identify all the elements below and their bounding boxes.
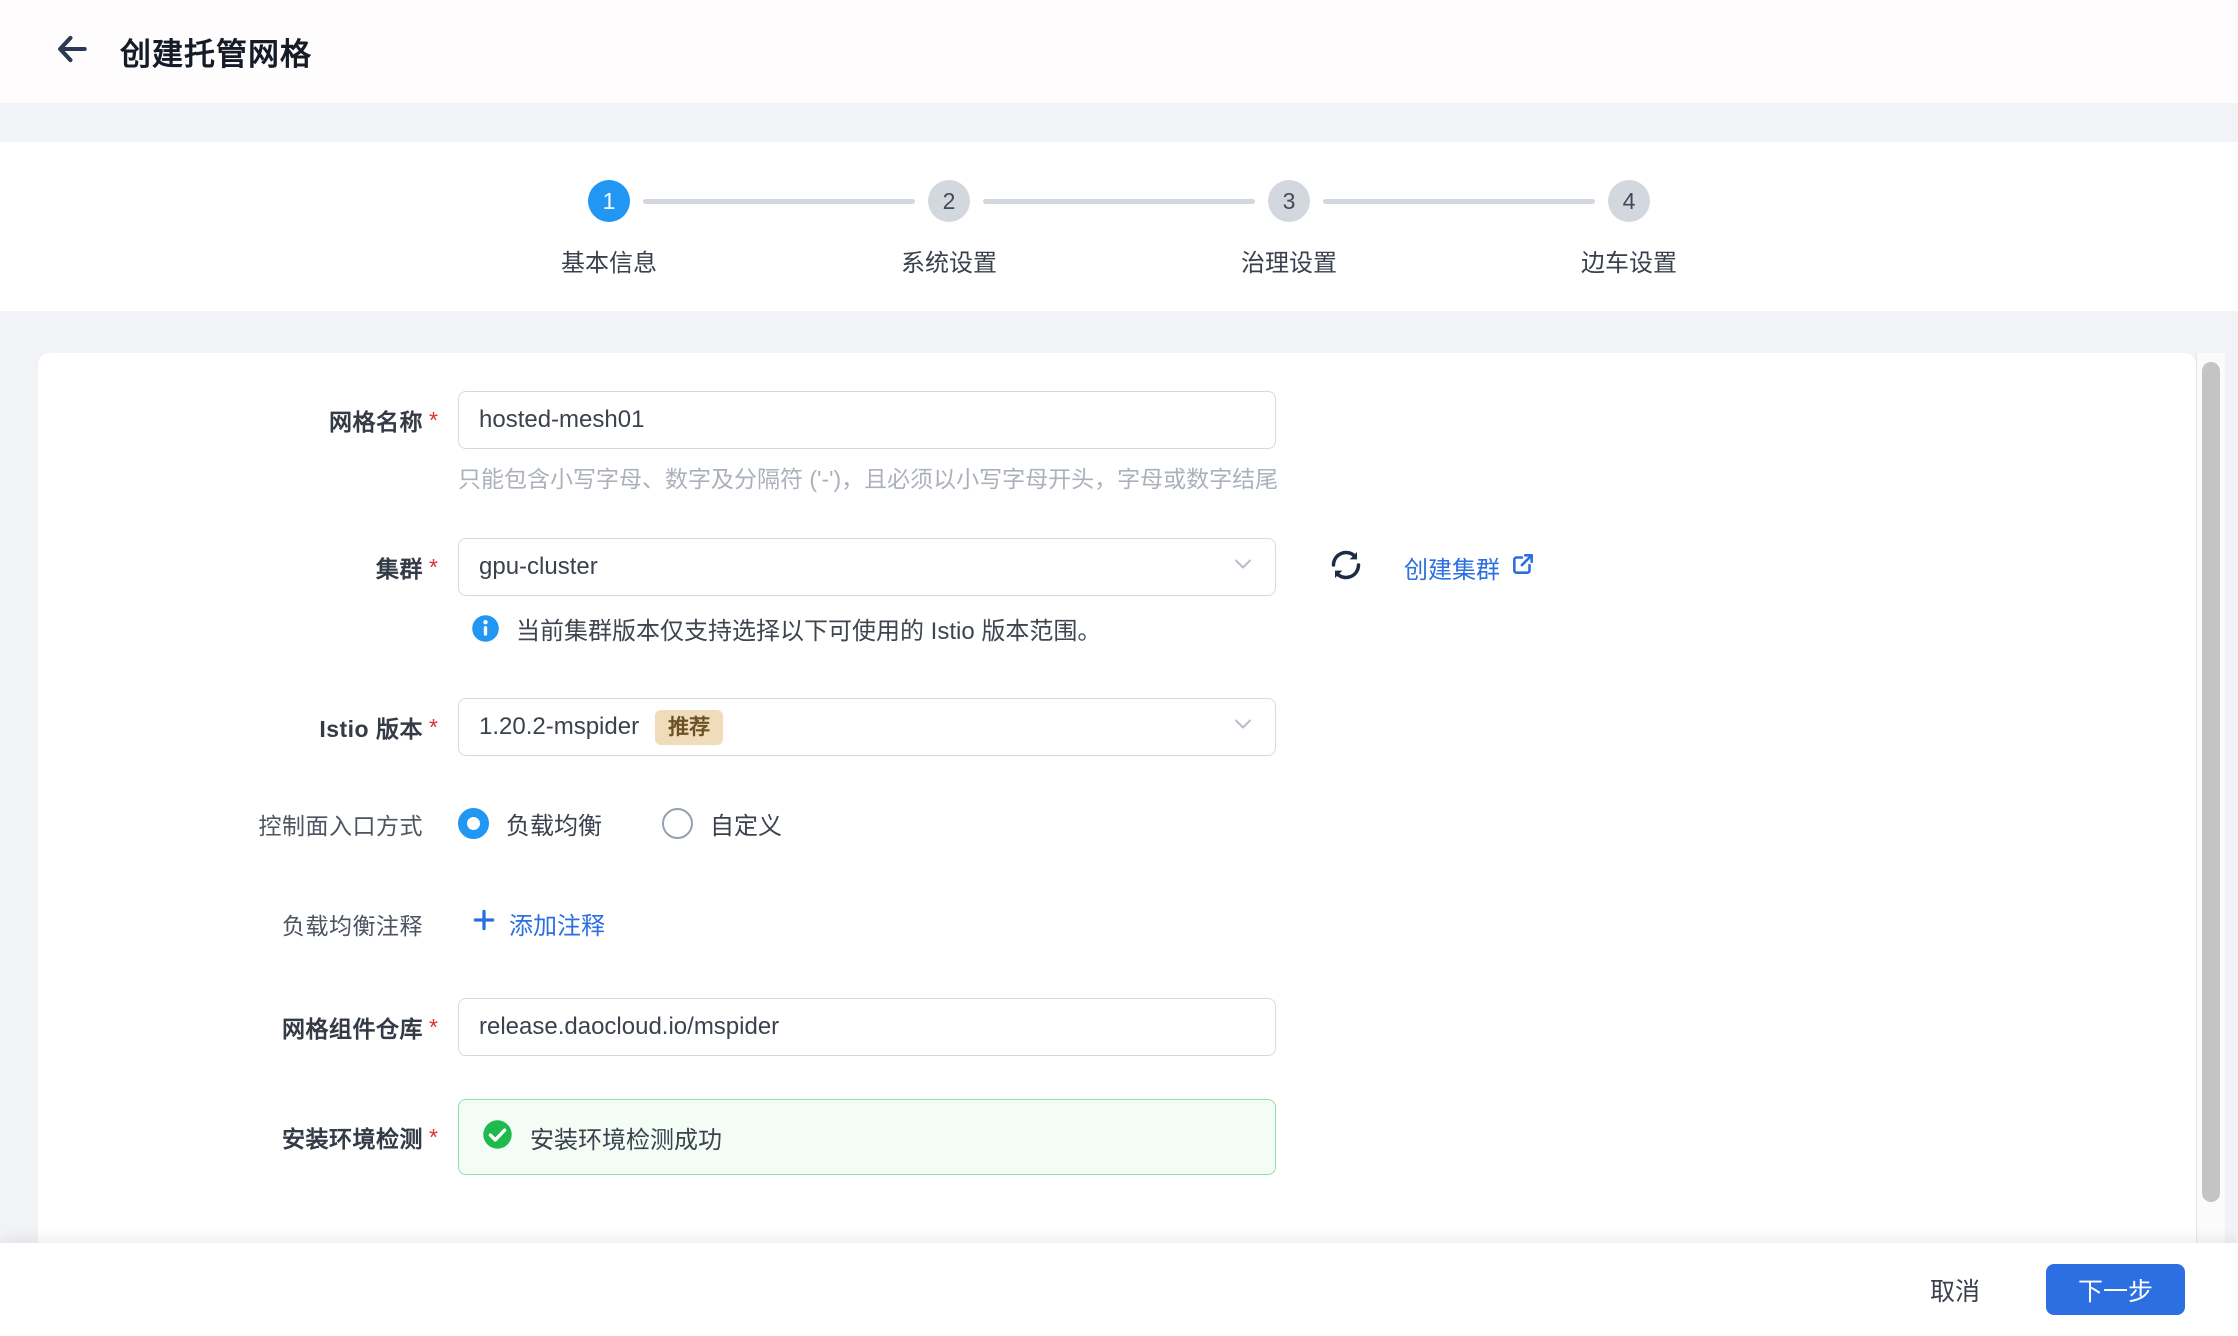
refresh-cluster-button[interactable] — [1324, 545, 1368, 589]
plus-icon — [471, 907, 497, 940]
cluster-select[interactable]: gpu-cluster — [458, 538, 1276, 596]
required-mark: * — [429, 406, 438, 433]
env-check-success-text: 安装环境检测成功 — [530, 1126, 722, 1154]
add-annotation-link-text: 添加注释 — [509, 913, 605, 940]
scrollbar-track[interactable] — [2196, 353, 2225, 1243]
step-number: 1 — [588, 180, 630, 222]
entry-mode-row: 控制面入口方式 负载均衡 自定义 — [38, 806, 782, 841]
page-title: 创建托管网格 — [120, 37, 312, 72]
check-circle-icon — [482, 1119, 513, 1155]
radio-custom[interactable]: 自定义 — [662, 806, 782, 841]
step-number: 2 — [928, 180, 970, 222]
stepper: 1 基本信息 2 系统设置 3 治理设置 4 边车设置 — [0, 142, 2238, 278]
step-sidecar-settings[interactable]: 4 边车设置 — [1459, 180, 1799, 278]
cancel-button[interactable]: 取消 — [1920, 1264, 1990, 1316]
required-mark: * — [429, 553, 438, 580]
scrollbar-thumb[interactable] — [2202, 362, 2220, 1202]
mesh-name-hint-row: 只能包含小写字母、数字及分隔符 ('-')，且必须以小写字母开头，字母或数字结尾 — [38, 460, 1278, 494]
step-label: 基本信息 — [561, 250, 657, 277]
env-check-row: 安装环境检测 * 安装环境检测成功 — [38, 1099, 1276, 1175]
istio-version-select[interactable]: 1.20.2-mspider 推荐 — [458, 698, 1276, 756]
env-check-label: 安装环境检测 — [282, 1126, 423, 1152]
istio-version-label: Istio 版本 — [319, 716, 423, 742]
env-check-success-box: 安装环境检测成功 — [458, 1099, 1276, 1175]
required-mark: * — [429, 1123, 438, 1150]
component-repo-label: 网格组件仓库 — [282, 1016, 423, 1042]
lb-annotations-label: 负载均衡注释 — [282, 912, 423, 939]
recommended-badge: 推荐 — [655, 709, 724, 745]
mesh-name-label: 网格名称 — [329, 409, 423, 435]
info-icon — [471, 614, 500, 643]
footer-bar: 取消 下一步 — [0, 1243, 2238, 1336]
step-basic-info[interactable]: 1 基本信息 — [439, 180, 915, 278]
radio-checked-icon — [458, 808, 489, 839]
step-number: 3 — [1268, 180, 1310, 222]
back-button[interactable] — [50, 30, 94, 74]
create-cluster-link-text: 创建集群 — [1404, 556, 1500, 584]
radio-unchecked-icon — [662, 808, 693, 839]
chevron-down-icon — [1231, 712, 1255, 743]
next-step-button[interactable]: 下一步 — [2046, 1264, 2185, 1315]
step-label: 治理设置 — [1241, 250, 1337, 277]
mesh-name-hint: 只能包含小写字母、数字及分隔符 ('-')，且必须以小写字母开头，字母或数字结尾 — [458, 466, 1279, 492]
required-mark: * — [429, 713, 438, 740]
external-link-icon — [1510, 551, 1536, 584]
step-label: 边车设置 — [1581, 250, 1677, 277]
radio-label: 负载均衡 — [506, 813, 602, 840]
chevron-down-icon — [1231, 552, 1255, 583]
required-mark: * — [429, 1013, 438, 1040]
refresh-icon — [1326, 545, 1366, 590]
step-system-settings[interactable]: 2 系统设置 — [779, 180, 1255, 278]
step-governance-settings[interactable]: 3 治理设置 — [1119, 180, 1595, 278]
cluster-select-value: gpu-cluster — [479, 553, 598, 580]
page-header: 创建托管网格 — [0, 0, 2238, 103]
mesh-name-row: 网格名称 * — [38, 391, 1276, 449]
step-number: 4 — [1608, 180, 1650, 222]
radio-load-balancer[interactable]: 负载均衡 — [458, 806, 602, 841]
create-cluster-link[interactable]: 创建集群 — [1404, 550, 1536, 585]
form-card: 网格名称 * 只能包含小写字母、数字及分隔符 ('-')，且必须以小写字母开头，… — [38, 353, 2196, 1243]
cluster-row: 集群 * gpu-cluster 创建集群 — [38, 538, 1536, 596]
cluster-info-row: 当前集群版本仅支持选择以下可使用的 Istio 版本范围。 — [38, 611, 1101, 646]
mesh-name-input[interactable] — [458, 391, 1276, 449]
entry-mode-label: 控制面入口方式 — [258, 812, 423, 839]
stepper-section: 1 基本信息 2 系统设置 3 治理设置 4 边车设置 — [0, 142, 2238, 311]
add-annotation-link[interactable]: 添加注释 — [471, 906, 605, 941]
istio-version-row: Istio 版本 * 1.20.2-mspider 推荐 — [38, 698, 1276, 756]
component-repo-row: 网格组件仓库 * — [38, 998, 1276, 1056]
radio-label: 自定义 — [710, 813, 782, 840]
step-label: 系统设置 — [901, 250, 997, 277]
cluster-label: 集群 — [376, 556, 423, 582]
component-repo-input[interactable] — [458, 998, 1276, 1056]
arrow-left-icon — [53, 30, 91, 73]
istio-version-value: 1.20.2-mspider — [479, 713, 640, 740]
cluster-info-text: 当前集群版本仅支持选择以下可使用的 Istio 版本范围。 — [516, 618, 1102, 645]
lb-annotations-row: 负载均衡注释 添加注释 — [38, 906, 605, 941]
